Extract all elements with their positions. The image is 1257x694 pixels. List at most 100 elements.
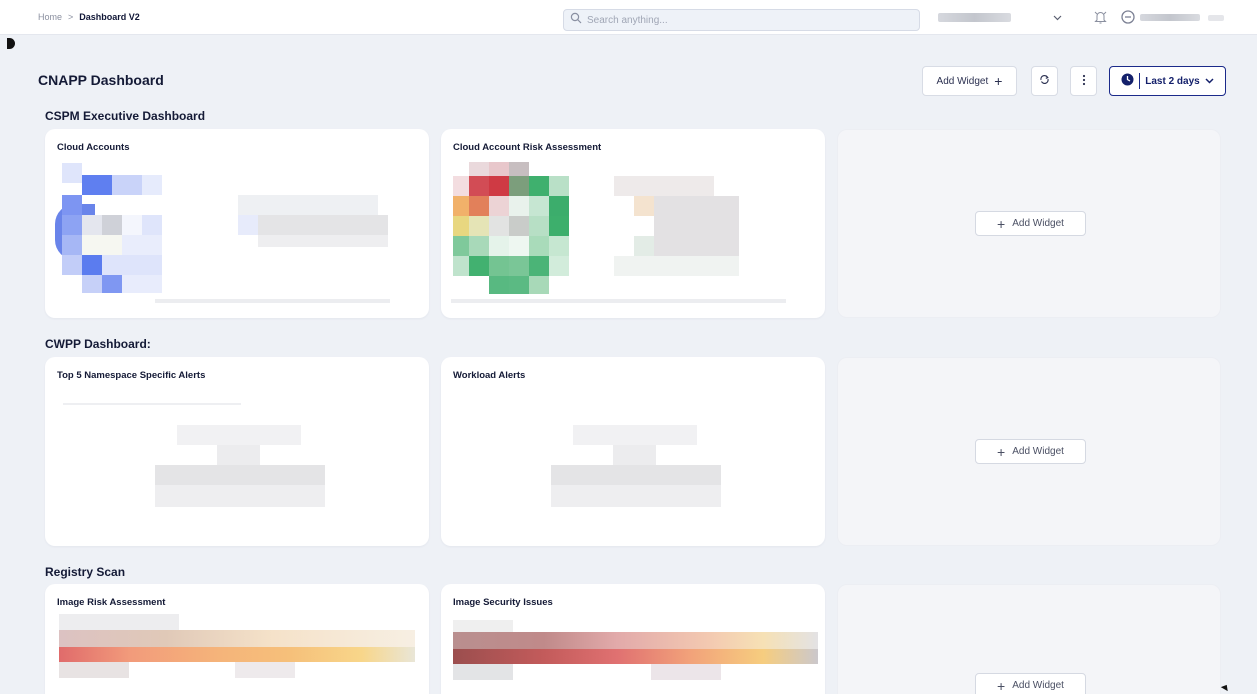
- breadcrumb: Home > Dashboard V2: [38, 12, 140, 22]
- bar-blurred: [453, 632, 818, 649]
- chart-pixel: [102, 275, 122, 293]
- chart-pixel: [549, 176, 569, 196]
- chart-pixel: [82, 275, 102, 293]
- page-title: CNAPP Dashboard: [38, 72, 164, 88]
- chart-pixel: [529, 276, 549, 294]
- breadcrumb-current: Dashboard V2: [79, 12, 140, 22]
- add-widget-label: Add Widget: [1012, 680, 1064, 691]
- add-widget-slot-registry: + Add Widget: [837, 584, 1221, 694]
- chart-pixel: [112, 175, 142, 195]
- chevron-down-icon[interactable]: [1050, 12, 1064, 24]
- chart-pixel: [453, 176, 469, 196]
- footer-blurred: [451, 299, 786, 303]
- legend-blurred: [258, 235, 388, 247]
- chart-pixel: [509, 276, 529, 294]
- plus-icon: +: [997, 677, 1006, 694]
- breadcrumb-separator: >: [68, 12, 74, 22]
- top-bar: Home > Dashboard V2: [0, 0, 1257, 35]
- legend-blurred: [614, 256, 739, 276]
- add-widget-label: Add Widget: [936, 75, 989, 87]
- chart-pixel: [122, 235, 162, 255]
- content-blurred: [651, 664, 721, 680]
- add-widget-button[interactable]: + Add Widget: [975, 673, 1086, 694]
- content-blurred: [155, 485, 325, 507]
- chart-pixel: [453, 216, 469, 236]
- chart-pixel: [142, 175, 162, 195]
- content-blurred: [235, 662, 295, 678]
- search-input[interactable]: [587, 14, 907, 26]
- chart-pixel: [142, 215, 162, 235]
- bar-blurred: [59, 630, 415, 647]
- add-widget-slot-cwpp: + Add Widget: [837, 357, 1221, 546]
- user-icon[interactable]: [1120, 9, 1136, 25]
- chart-pixel: [82, 175, 112, 195]
- separator: [1139, 73, 1141, 89]
- username-blurred: [1140, 14, 1200, 21]
- mouse-cursor: [1220, 682, 1231, 692]
- chart-pixel: [82, 215, 102, 235]
- widget-image-security-issues: Image Security Issues: [441, 584, 825, 694]
- chart-pixel: [489, 196, 509, 216]
- chart-pixel: [509, 162, 529, 176]
- legend-blurred: [634, 196, 654, 216]
- chart-pixel: [62, 235, 82, 255]
- widget-title: Image Risk Assessment: [57, 597, 166, 608]
- chart-pixel: [489, 256, 509, 276]
- chart-pixel: [453, 196, 469, 216]
- bar-blurred: [453, 649, 818, 664]
- sidebar-toggle[interactable]: [7, 38, 15, 49]
- time-range-label: Last 2 days: [1145, 75, 1200, 87]
- widget-top5-namespace-alerts: Top 5 Namespace Specific Alerts: [45, 357, 429, 546]
- chart-pixel: [489, 236, 509, 256]
- plus-icon: +: [994, 73, 1003, 89]
- chart-pixel: [509, 236, 529, 256]
- chart-pixel: [469, 216, 489, 236]
- chevron-down-icon: [1205, 76, 1214, 87]
- widget-title: Top 5 Namespace Specific Alerts: [57, 370, 206, 381]
- chart-pixel: [509, 196, 529, 216]
- section-title-registry: Registry Scan: [45, 565, 126, 579]
- chart-pixel: [62, 255, 82, 275]
- chart-pixel: [62, 195, 82, 215]
- clock-icon: [1121, 73, 1134, 89]
- widget-title: Workload Alerts: [453, 370, 526, 381]
- more-options-button[interactable]: [1070, 66, 1097, 96]
- add-widget-button[interactable]: + Add Widget: [975, 211, 1086, 236]
- chart-pixel: [529, 216, 549, 236]
- section-title-cwpp: CWPP Dashboard:: [45, 337, 151, 351]
- chart-pixel: [469, 176, 489, 196]
- content-blurred: [59, 662, 129, 678]
- bell-icon[interactable]: [1092, 9, 1108, 25]
- chart-pixel: [509, 176, 529, 196]
- account-selector-blurred[interactable]: [938, 13, 1011, 22]
- refresh-button[interactable]: [1031, 66, 1058, 96]
- widget-cloud-account-risk: Cloud Account Risk Assessment: [441, 129, 825, 318]
- chart-pixel: [529, 256, 549, 276]
- chart-pixel: [529, 236, 549, 256]
- chart-pixel: [469, 196, 489, 216]
- widget-image-risk-assessment: Image Risk Assessment: [45, 584, 429, 694]
- refresh-icon: [1039, 74, 1050, 88]
- content-blurred: [217, 445, 260, 465]
- add-widget-button[interactable]: + Add Widget: [975, 439, 1086, 464]
- search-icon: [570, 11, 582, 29]
- add-widget-slot-cspm: + Add Widget: [837, 129, 1221, 318]
- add-widget-button[interactable]: Add Widget +: [922, 66, 1017, 96]
- widget-workload-alerts: Workload Alerts: [441, 357, 825, 546]
- chart-pixel: [82, 235, 122, 255]
- chart-pixel: [489, 216, 509, 236]
- search-bar[interactable]: [563, 9, 920, 31]
- username-blurred-2: [1208, 15, 1224, 21]
- time-range-dropdown[interactable]: Last 2 days: [1109, 66, 1226, 96]
- content-blurred: [453, 620, 513, 632]
- chart-pixel: [489, 176, 509, 196]
- chart-pixel: [469, 256, 489, 276]
- legend-blurred: [238, 215, 258, 235]
- more-vertical-icon: [1082, 74, 1086, 89]
- chart-pixel: [453, 236, 469, 256]
- chart-pixel: [102, 215, 122, 235]
- breadcrumb-home[interactable]: Home: [38, 12, 62, 22]
- plus-icon: +: [997, 443, 1006, 460]
- footer-blurred: [155, 299, 390, 303]
- chart-pixel: [122, 275, 162, 293]
